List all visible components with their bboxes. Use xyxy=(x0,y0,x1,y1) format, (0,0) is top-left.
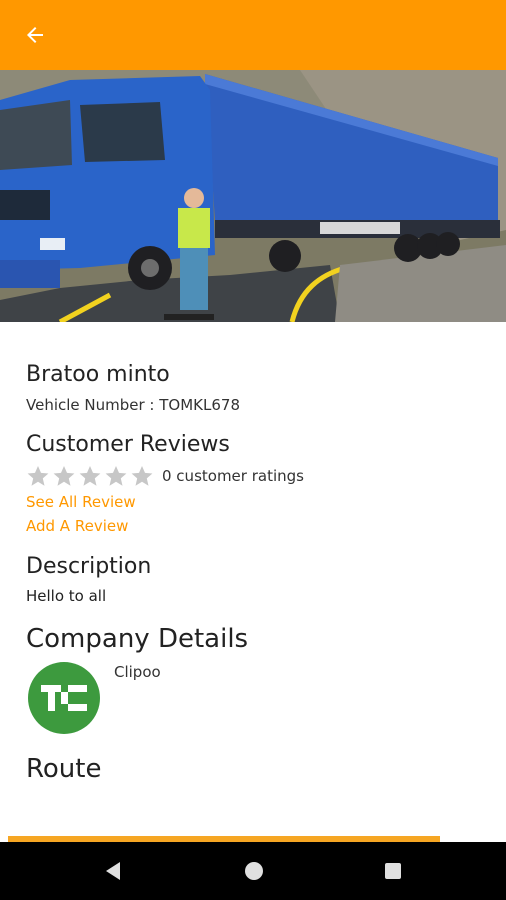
description-text: Hello to all xyxy=(26,587,107,605)
rating-row: 0 customer ratings xyxy=(26,464,304,488)
route-heading: Route xyxy=(26,754,102,784)
system-nav-bar xyxy=(0,842,506,900)
description-heading: Description xyxy=(26,554,152,579)
vehicle-name: Bratoo minto xyxy=(26,362,170,387)
add-review-link[interactable]: Add A Review xyxy=(26,517,128,535)
vehicle-photo xyxy=(0,70,506,322)
tc-logo-icon xyxy=(41,685,87,711)
star-icon xyxy=(53,466,75,486)
see-all-review-link[interactable]: See All Review xyxy=(26,493,136,511)
star-icon xyxy=(105,466,127,486)
app-bar xyxy=(0,0,506,70)
recents-square-icon[interactable] xyxy=(380,858,406,884)
customer-reviews-heading: Customer Reviews xyxy=(26,432,230,457)
company-logo xyxy=(28,662,100,734)
back-button[interactable] xyxy=(18,20,52,50)
company-name: Clipoo xyxy=(114,663,161,681)
star-icon xyxy=(27,466,49,486)
back-triangle-icon[interactable] xyxy=(100,858,126,884)
company-details-heading: Company Details xyxy=(26,624,249,654)
arrow-left-icon xyxy=(27,27,43,43)
vehicle-number: Vehicle Number : TOMKL678 xyxy=(26,396,240,414)
ratings-count: 0 customer ratings xyxy=(162,467,304,485)
star-icon xyxy=(131,466,153,486)
home-circle-icon[interactable] xyxy=(241,858,267,884)
star-icon xyxy=(79,466,101,486)
